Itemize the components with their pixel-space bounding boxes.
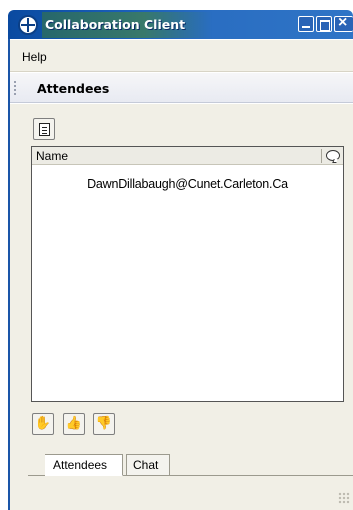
menu-help[interactable]: Help (22, 50, 47, 64)
speech-bubble-icon[interactable] (326, 150, 340, 161)
document-button[interactable] (33, 118, 55, 140)
tab-chat[interactable]: Chat (126, 454, 170, 476)
window-title: Collaboration Client (45, 17, 186, 32)
document-icon (39, 123, 50, 136)
collaboration-client-window: Collaboration Client Help Attendees Name… (0, 0, 353, 510)
attendees-section-header: Attendees (10, 73, 353, 103)
list-header: Name (32, 147, 343, 165)
maximize-icon[interactable] (316, 16, 332, 32)
thumbs-up-icon: 👍 (65, 416, 83, 431)
thumbs-up-button[interactable]: 👍 (63, 413, 85, 435)
close-icon[interactable] (334, 14, 353, 32)
resize-grip-icon[interactable] (338, 492, 350, 504)
thumbs-down-button[interactable]: 👎 (93, 413, 115, 435)
tab-chat-label: Chat (133, 458, 159, 472)
column-separator[interactable] (321, 149, 322, 163)
column-header-name[interactable]: Name (36, 149, 68, 163)
tab-attendees[interactable]: Attendees (45, 454, 123, 476)
raise-hand-button[interactable]: ✋ (32, 413, 54, 435)
attendees-list[interactable]: Name DawnDillabaugh@Cunet.Carleton.Ca (31, 146, 344, 402)
list-item[interactable]: DawnDillabaugh@Cunet.Carleton.Ca (32, 177, 343, 193)
title-bar[interactable]: Collaboration Client (8, 10, 353, 39)
tab-attendees-label: Attendees (53, 458, 108, 472)
drag-grip-icon[interactable] (14, 81, 16, 95)
tab-strip-area (10, 476, 353, 510)
menu-bar: Help (10, 40, 353, 72)
raise-hand-icon: ✋ (34, 416, 52, 431)
thumbs-down-icon: 👎 (95, 416, 113, 431)
minimize-icon[interactable] (298, 16, 314, 32)
app-logo-icon[interactable] (18, 15, 38, 35)
section-title: Attendees (37, 81, 110, 96)
